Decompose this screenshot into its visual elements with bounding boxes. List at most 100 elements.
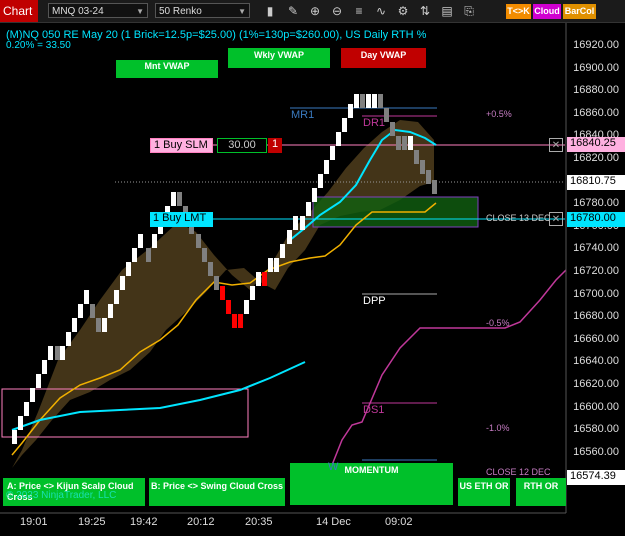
renko-brick bbox=[226, 300, 231, 314]
price-axis-label: 16560.00 bbox=[573, 445, 619, 458]
price-axis-label: 16640.00 bbox=[573, 355, 619, 368]
renko-brick bbox=[330, 146, 335, 160]
renko-brick bbox=[232, 314, 237, 328]
renko-brick bbox=[280, 244, 285, 258]
price-axis-label: 16780.00 bbox=[573, 197, 619, 210]
momentum-overlay-letter: W bbox=[328, 461, 339, 473]
renko-brick bbox=[12, 430, 17, 444]
indicators-icon[interactable]: ∿ bbox=[373, 3, 389, 19]
bottom-price-tag: 16574.39 bbox=[567, 470, 625, 485]
renko-brick bbox=[378, 94, 383, 108]
renko-brick bbox=[390, 122, 395, 136]
price-axis-label: 16620.00 bbox=[573, 378, 619, 390]
renko-brick bbox=[208, 262, 213, 276]
instrument-value: MNQ 03-24 bbox=[52, 6, 104, 17]
close-icon[interactable]: ✕ bbox=[549, 138, 563, 152]
buy-slm-price-tag: 16840.25 bbox=[567, 137, 625, 152]
renko-brick bbox=[177, 192, 182, 206]
renko-brick bbox=[202, 248, 207, 262]
copyright-text: © 2023 NinjaTrader, LLC bbox=[6, 490, 117, 501]
momentum-button[interactable]: MOMENTUM bbox=[290, 463, 453, 505]
renko-brick bbox=[90, 304, 95, 318]
renko-brick bbox=[372, 94, 377, 108]
trade-icon[interactable]: ⇅ bbox=[417, 3, 433, 19]
renko-brick bbox=[262, 272, 267, 286]
renko-brick bbox=[426, 170, 431, 184]
chart-toolbar: Chart MNQ 03-24 ▼ 50 Renko ▼ ▮ ✎ ⊕ ⊖ ≡ ∿… bbox=[0, 0, 625, 23]
close-icon[interactable]: ✕ bbox=[549, 212, 563, 226]
renko-brick bbox=[432, 180, 437, 194]
zoom-in-icon[interactable]: ⊕ bbox=[307, 3, 323, 19]
renko-brick bbox=[60, 346, 65, 360]
renko-brick bbox=[126, 262, 131, 276]
chart-subheader: 0.20% = 33.50 bbox=[6, 40, 71, 51]
renko-brick bbox=[102, 318, 107, 332]
renko-brick bbox=[268, 258, 273, 272]
last-price-tag: 16810.75 bbox=[567, 175, 625, 190]
data-box-icon[interactable]: ▤ bbox=[439, 3, 455, 19]
renko-brick bbox=[274, 258, 279, 272]
zoom-out-icon[interactable]: ⊖ bbox=[329, 3, 345, 19]
tk-toggle-button[interactable]: T<>K bbox=[506, 4, 531, 19]
day-vwap-button[interactable]: Day VWAP bbox=[341, 48, 426, 68]
momentum-label: MOMENTUM bbox=[344, 465, 399, 475]
buy-lmt-order-label[interactable]: 1 Buy LMT bbox=[150, 212, 213, 227]
chevron-down-icon: ▼ bbox=[136, 7, 144, 16]
renko-brick bbox=[96, 318, 101, 332]
instrument-selector[interactable]: MNQ 03-24 ▼ bbox=[48, 3, 148, 18]
price-axis-label: 16920.00 bbox=[573, 39, 619, 51]
attach-icon[interactable]: ⎘ bbox=[461, 3, 477, 19]
renko-brick bbox=[78, 304, 83, 318]
rth-or-button[interactable]: RTH OR bbox=[516, 478, 566, 506]
renko-brick bbox=[30, 388, 35, 402]
buy-slm-quantity[interactable]: 30.00 bbox=[217, 138, 267, 153]
renko-brick bbox=[196, 234, 201, 248]
renko-brick bbox=[336, 132, 341, 146]
price-swing-cloud-cross-button[interactable]: B: Price <> Swing Cloud Cross bbox=[149, 478, 285, 506]
strategy-icon[interactable]: ⚙ bbox=[395, 3, 411, 19]
bar-type-value: 50 Renko bbox=[159, 6, 202, 17]
renko-brick bbox=[48, 346, 53, 360]
renko-brick bbox=[318, 174, 323, 188]
renko-brick bbox=[42, 360, 47, 374]
price-axis-label: 16660.00 bbox=[573, 332, 619, 345]
us-eth-or-button[interactable]: US ETH OR bbox=[458, 478, 510, 506]
buy-slm-order-label[interactable]: 1 Buy SLM bbox=[150, 138, 213, 153]
bar-style-icon[interactable]: ▮ bbox=[262, 3, 278, 19]
renko-brick bbox=[342, 118, 347, 132]
price-axis-label: 16580.00 bbox=[573, 423, 619, 436]
price-axis-label: 16600.00 bbox=[573, 400, 619, 413]
time-axis-label: 20:12 bbox=[187, 516, 215, 528]
renko-brick bbox=[414, 150, 419, 164]
price-axis-label: 16740.00 bbox=[573, 242, 619, 255]
renko-brick bbox=[238, 314, 243, 328]
renko-brick bbox=[396, 136, 401, 150]
price-axis-label: 16680.00 bbox=[573, 310, 619, 323]
mnt-vwap-button[interactable]: Mnt VWAP bbox=[116, 60, 218, 78]
renko-brick bbox=[220, 286, 225, 300]
buy-slm-close-button[interactable]: 1 bbox=[268, 138, 282, 153]
pct-label-minus-1: -1.0% bbox=[486, 423, 510, 433]
renko-brick bbox=[300, 216, 305, 230]
renko-brick bbox=[287, 230, 292, 244]
time-axis-label: 14 Dec bbox=[316, 516, 351, 528]
barcol-toggle-button[interactable]: BarCol bbox=[563, 4, 596, 19]
cloud-toggle-button[interactable]: Cloud bbox=[533, 4, 561, 19]
time-axis-label: 20:35 bbox=[245, 516, 273, 528]
price-axis-label: 16820.00 bbox=[573, 152, 619, 164]
wkly-vwap-button[interactable]: Wkly VWAP bbox=[228, 48, 330, 68]
pencil-icon[interactable]: ✎ bbox=[285, 3, 301, 19]
renko-brick bbox=[312, 188, 317, 202]
renko-brick bbox=[420, 160, 425, 174]
renko-brick bbox=[348, 104, 353, 118]
properties-icon[interactable]: ≡ bbox=[351, 3, 367, 19]
chevron-down-icon: ▼ bbox=[238, 7, 246, 16]
price-chart[interactable] bbox=[0, 23, 625, 536]
window-title: Chart bbox=[0, 0, 38, 22]
bar-type-selector[interactable]: 50 Renko ▼ bbox=[155, 3, 250, 18]
renko-brick bbox=[146, 248, 151, 262]
time-axis-label: 19:42 bbox=[130, 516, 158, 528]
buy-lmt-price-tag: 16780.00 bbox=[567, 212, 625, 227]
renko-brick bbox=[66, 332, 71, 346]
renko-brick bbox=[132, 248, 137, 262]
